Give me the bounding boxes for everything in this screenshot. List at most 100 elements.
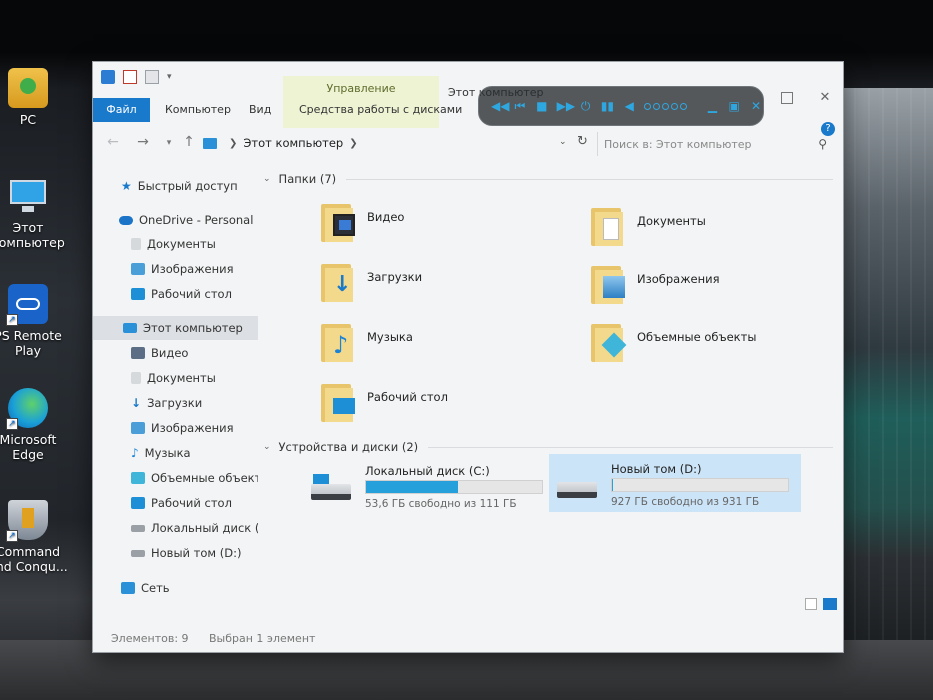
image-icon — [131, 422, 145, 434]
folder-label: Рабочий стол — [367, 390, 448, 404]
status-item-count: Элементов: 9 — [111, 632, 189, 645]
folder-videos[interactable]: Видео — [319, 200, 569, 250]
nav-item-label: Рабочий стол — [151, 496, 232, 510]
nav-item-music[interactable]: ♪ Музыка — [93, 441, 258, 465]
folder-label: Видео — [367, 210, 405, 224]
fast-forward-icon[interactable]: ▶▶ — [557, 99, 575, 113]
address-row: ← → ▾ ↑ ❯ Этот компьютер ❯ ⌄ ↻ Поиск в: … — [93, 128, 843, 158]
qat-dropdown-icon[interactable]: ▾ — [167, 72, 177, 82]
pictures-folder-icon — [589, 262, 629, 306]
folder-music[interactable]: ♪ Музыка — [319, 320, 569, 370]
stop-icon[interactable]: ■ — [535, 99, 549, 113]
back-button[interactable]: ← — [105, 134, 121, 150]
nav-item-onedrive-documents[interactable]: Документы — [93, 232, 258, 256]
drive-usage-fill — [366, 481, 458, 493]
computer-icon — [203, 137, 217, 149]
nav-item-this-pc[interactable]: Этот компьютер — [93, 316, 258, 340]
folder-label: Документы — [637, 214, 706, 228]
power-icon[interactable]: ⏻ — [579, 99, 593, 113]
nav-item-documents[interactable]: Документы — [93, 366, 258, 390]
chevron-right-icon[interactable]: ❯ — [349, 138, 357, 149]
lock-icon[interactable]: ▣ — [727, 99, 741, 113]
properties-icon[interactable] — [123, 70, 137, 84]
rewind-icon[interactable]: ◀◀ — [491, 99, 509, 113]
close-icon[interactable]: ✕ — [749, 99, 763, 113]
equalizer-icon[interactable]: ▮▮ — [600, 99, 614, 113]
group-header-folders[interactable]: ⌄ Папки (7) — [263, 170, 833, 188]
folder-pictures[interactable]: Изображения — [589, 262, 839, 312]
nav-item-desktop[interactable]: Рабочий стол — [93, 491, 258, 515]
address-bar[interactable]: ❯ Этот компьютер ❯ — [203, 132, 595, 154]
new-folder-icon[interactable] — [145, 70, 159, 84]
details-view-icon[interactable] — [805, 598, 817, 610]
search-icon[interactable]: ⚲ — [818, 137, 827, 151]
group-title: Папки (7) — [278, 172, 337, 186]
folder-label: Музыка — [367, 330, 413, 344]
tab-file[interactable]: Файл — [93, 98, 150, 122]
minimize-icon[interactable]: ▁ — [705, 99, 719, 113]
tab-view[interactable]: Вид — [239, 98, 281, 122]
drive-free-space: 927 ГБ свободно из 931 ГБ — [611, 496, 760, 508]
nav-item-label: Локальный диск (C:) — [151, 521, 258, 535]
music-icon: ♪ — [131, 446, 139, 460]
desktop-icon-edge[interactable]: ↗ Microsoft Edge — [0, 388, 70, 462]
group-divider — [428, 446, 833, 448]
drive-tile-c[interactable]: Локальный диск (C:) 53,6 ГБ свободно из … — [303, 456, 555, 514]
search-input[interactable]: Поиск в: Этот компьютер ⚲ — [597, 132, 833, 156]
folder-documents[interactable]: Документы — [589, 204, 839, 254]
refresh-icon[interactable]: ↻ — [577, 134, 588, 149]
desktop-icon-this-pc[interactable]: Этот компьютер — [0, 176, 70, 250]
nav-item-label: Документы — [147, 371, 216, 385]
nav-item-drive-c[interactable]: Локальный диск (C:) — [93, 516, 258, 540]
address-path[interactable]: Этот компьютер — [243, 136, 343, 150]
previous-icon[interactable]: ⏮ — [513, 99, 527, 113]
address-dropdown-icon[interactable]: ⌄ — [559, 137, 567, 147]
document-icon — [131, 372, 141, 384]
volume-icon[interactable]: ◀ — [622, 99, 636, 113]
folder-downloads[interactable]: ↓ Загрузки — [319, 260, 569, 310]
nav-item-onedrive-desktop[interactable]: Рабочий стол — [93, 282, 258, 306]
nav-item-network[interactable]: Сеть — [93, 576, 258, 600]
nav-item-drive-d[interactable]: Новый том (D:) — [93, 541, 258, 565]
nav-item-downloads[interactable]: ↓ Загрузки — [93, 391, 258, 415]
up-button[interactable]: ↑ — [181, 134, 197, 150]
ribbon-manage-title: Управление — [326, 82, 396, 95]
nav-item-label: Рабочий стол — [151, 287, 232, 301]
nav-item-onedrive-pictures[interactable]: Изображения — [93, 257, 258, 281]
explorer-window: ▾ Управление Этот компьютер ✕ Файл Компь… — [93, 62, 843, 652]
recent-locations-button[interactable]: ▾ — [161, 138, 177, 148]
drive-usage-bar — [365, 480, 543, 494]
desktop-icon-ps-remote-play[interactable]: ↗ PS Remote Play — [0, 284, 70, 358]
media-player-toolbar: ◀◀ ⏮ ■ ▶▶ ⏻ ▮▮ ◀ ▁ ▣ ✕ — [478, 86, 764, 126]
shortcut-arrow-icon: ↗ — [6, 530, 18, 542]
tiles-view-icon[interactable] — [823, 598, 837, 610]
nav-item-label: Музыка — [144, 446, 191, 460]
chevron-down-icon[interactable]: ⌄ — [263, 174, 271, 184]
nav-item-pictures[interactable]: Изображения — [93, 416, 258, 440]
folder-3d-objects[interactable]: Объемные объекты — [589, 320, 839, 370]
drive-name: Новый том (D:) — [611, 462, 702, 476]
folder-label: Изображения — [637, 272, 720, 286]
chevron-right-icon[interactable]: ❯ — [229, 138, 237, 149]
nav-item-label: Объемные объекты — [151, 471, 258, 485]
tab-computer[interactable]: Компьютер — [155, 98, 241, 122]
desktop-icon-label: PS Remote Play — [0, 328, 62, 358]
tab-drive-tools[interactable]: Средства работы с дисками — [289, 98, 472, 122]
nav-item-videos[interactable]: Видео — [93, 341, 258, 365]
folder-label: Загрузки — [367, 270, 423, 284]
desktop-icon-label: Command and Conqu... — [0, 544, 68, 574]
3d-objects-icon — [131, 472, 145, 484]
volume-slider[interactable] — [644, 102, 697, 110]
nav-item-quick-access[interactable]: ★ Быстрый доступ — [93, 174, 258, 198]
desktop-icon-pc[interactable]: PC — [0, 68, 70, 127]
drive-tile-d[interactable]: Новый том (D:) 927 ГБ свободно из 931 ГБ — [549, 454, 801, 512]
folder-desktop[interactable]: Рабочий стол — [319, 380, 569, 430]
nav-item-onedrive[interactable]: OneDrive - Personal — [93, 208, 258, 232]
desktop-icon-command-and-conquer[interactable]: ↗ Command and Conqu... — [0, 500, 70, 574]
chevron-down-icon[interactable]: ⌄ — [263, 442, 271, 452]
nav-item-3d-objects[interactable]: Объемные объекты — [93, 466, 258, 490]
user-pc-icon — [8, 68, 48, 108]
quick-access-toolbar: ▾ — [101, 70, 177, 84]
forward-button[interactable]: → — [135, 134, 151, 150]
drive-usage-bar — [611, 478, 789, 492]
